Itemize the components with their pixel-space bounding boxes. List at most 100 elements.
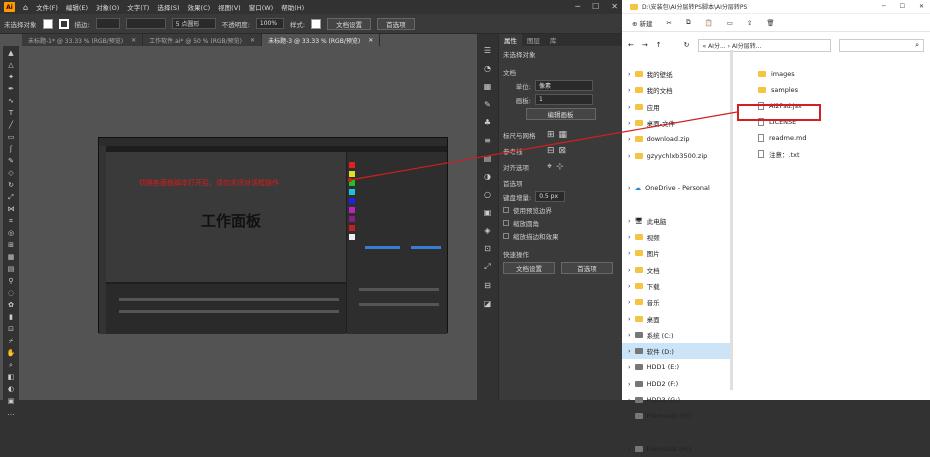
menu-effect[interactable]: 效果(C) — [188, 2, 211, 12]
line-tool-icon[interactable]: ╱ — [7, 122, 16, 129]
scale-strokes-checkbox[interactable] — [503, 233, 509, 239]
tree-item[interactable]: › Elements (H:) — [622, 441, 732, 457]
tree-item[interactable]: › download.zip — [622, 131, 732, 147]
search-input[interactable]: ⌕ — [839, 38, 924, 52]
hand-tool-icon[interactable]: ✋ — [7, 350, 16, 357]
tree-item[interactable]: › HDD2 (F:) — [622, 376, 732, 392]
artboard-preview[interactable]: 工作面板 切换各面板脚本打开后，请勿关闭对话框操作 — [98, 137, 448, 334]
slice-tool-icon[interactable]: ⌿ — [7, 338, 16, 345]
maximize-icon[interactable]: ☐ — [900, 3, 905, 10]
tab-untitled-1[interactable]: 未标题-1* @ 33.33 % (RGB/预览) ✕ — [22, 34, 144, 46]
guides-icon[interactable]: ⊟ — [547, 146, 555, 156]
preview-bounds-checkbox[interactable] — [503, 207, 509, 213]
chevron-right-icon[interactable]: › — [628, 119, 631, 127]
tree-item[interactable]: › 图片 — [622, 245, 732, 261]
grid-icon[interactable]: ▦ — [559, 130, 568, 140]
chevron-right-icon[interactable]: › — [628, 184, 631, 192]
curvature-tool-icon[interactable]: ∿ — [7, 98, 16, 105]
artboard-select[interactable]: 1 — [535, 94, 593, 105]
menu-window[interactable]: 窗口(W) — [249, 2, 274, 12]
width-tool-icon[interactable]: ⋈ — [7, 206, 16, 213]
edit-artboard-button[interactable]: 编辑画板 — [525, 108, 596, 120]
file-item[interactable]: 注意：.txt — [736, 146, 926, 162]
zoom-tool-icon[interactable]: ⌕ — [7, 362, 16, 369]
tree-item[interactable]: › 文档 — [622, 262, 732, 278]
tree-item[interactable]: › ☁ OneDrive - Personal — [622, 180, 732, 196]
share-icon[interactable]: ⇪ — [747, 19, 752, 27]
align-dock-icon[interactable]: ⊟ — [484, 281, 491, 290]
tree-item[interactable]: › Elements (H:) — [622, 408, 732, 424]
pen-tool-icon[interactable]: ✒ — [7, 86, 16, 93]
chevron-right-icon[interactable]: › — [628, 445, 631, 453]
symbols-dock-icon[interactable]: ♣ — [484, 118, 491, 127]
type-tool-icon[interactable]: T — [7, 110, 16, 117]
chevron-right-icon[interactable]: › — [628, 86, 631, 94]
chevron-right-icon[interactable]: › — [628, 70, 631, 78]
properties-dock-icon[interactable]: ☰ — [484, 46, 491, 55]
paintbrush-tool-icon[interactable]: ʃ — [7, 146, 16, 153]
variable-width-field[interactable] — [125, 18, 166, 29]
minimize-icon[interactable]: ─ — [882, 3, 886, 10]
tree-item[interactable]: › 下载 — [622, 278, 732, 294]
tree-item[interactable]: › 视频 — [622, 229, 732, 245]
edit-toolbar-icon[interactable]: … — [7, 410, 16, 417]
opacity-field[interactable]: 100% — [255, 18, 284, 29]
stroke-swatch[interactable] — [58, 18, 69, 29]
chevron-right-icon[interactable]: › — [628, 282, 631, 290]
up-icon[interactable]: ↑ — [656, 41, 662, 49]
cut-icon[interactable]: ✂ — [667, 19, 672, 27]
chevron-right-icon[interactable]: › — [628, 347, 631, 355]
draw-mode-icon[interactable]: ◐ — [7, 386, 16, 393]
free-transform-icon[interactable]: ⌗ — [7, 218, 16, 225]
tab-untitled-3[interactable]: 未标题-3 @ 33.33 % (RGB/预览) ✕ — [262, 34, 381, 46]
transform-dock-icon[interactable]: ⤢ — [484, 262, 490, 272]
lock-guides-icon[interactable]: ⊠ — [559, 146, 567, 156]
fill-swatch[interactable] — [42, 18, 53, 29]
snap-pixel-icon[interactable]: ⊹ — [556, 162, 564, 172]
ruler-icon[interactable]: ⊞ — [547, 130, 555, 140]
appearance-dock-icon[interactable]: ○ — [484, 190, 491, 199]
home-icon[interactable]: ⌂ — [23, 3, 28, 12]
brushes-dock-icon[interactable]: ✎ — [484, 100, 491, 109]
selection-tool-icon[interactable]: ▲ — [7, 50, 16, 57]
chevron-right-icon[interactable]: › — [628, 266, 631, 274]
chevron-right-icon[interactable]: › — [628, 315, 631, 323]
chevron-right-icon[interactable]: › — [628, 412, 631, 420]
blend-tool-icon[interactable]: ◌ — [7, 290, 16, 297]
tree-item[interactable]: › 音乐 — [622, 294, 732, 310]
chevron-right-icon[interactable]: › — [628, 380, 631, 388]
file-item[interactable]: readme.md — [736, 130, 926, 146]
close-icon[interactable]: ✕ — [250, 37, 255, 44]
preferences-button[interactable]: 首选项 — [377, 17, 415, 30]
menu-file[interactable]: 文件(F) — [36, 2, 58, 12]
direct-selection-tool-icon[interactable]: △ — [7, 62, 16, 69]
tree-item[interactable]: › 桌面-文件 — [622, 115, 732, 131]
eraser-tool-icon[interactable]: ◇ — [7, 170, 16, 177]
menu-help[interactable]: 帮助(H) — [281, 2, 304, 12]
tree-item[interactable]: › 🖥 此电脑 — [622, 213, 732, 229]
scale-tool-icon[interactable]: ⤢ — [7, 194, 16, 201]
chevron-right-icon[interactable]: › — [628, 363, 631, 371]
chevron-right-icon[interactable]: › — [628, 217, 631, 225]
scale-corners-checkbox[interactable] — [503, 220, 509, 226]
swatches-dock-icon[interactable]: ▦ — [484, 82, 492, 91]
mesh-tool-icon[interactable]: ▦ — [7, 254, 16, 261]
paste-icon[interactable]: 📋 — [705, 19, 713, 27]
artboard-tool-icon[interactable]: ⊡ — [7, 326, 16, 333]
delete-icon[interactable]: 🗑 — [766, 19, 774, 27]
gradient-dock-icon[interactable]: ▤ — [484, 154, 492, 163]
chevron-right-icon[interactable]: › — [628, 249, 631, 257]
tab-work-ai[interactable]: 工作软件.ai* @ 50 % (RGB/预览) ✕ — [143, 34, 263, 46]
tree-item[interactable]: › gzyychlxb3500.zip — [622, 147, 732, 163]
graph-tool-icon[interactable]: ▮ — [7, 314, 16, 321]
close-icon[interactable]: ✕ — [611, 2, 618, 11]
menu-object[interactable]: 对象(O) — [96, 2, 119, 12]
refresh-icon[interactable]: ↻ — [684, 41, 690, 49]
stroke-width-field[interactable] — [95, 18, 120, 29]
chevron-right-icon[interactable]: › — [628, 331, 631, 339]
chevron-right-icon[interactable]: › — [628, 396, 631, 404]
tree-item[interactable]: › 软件 (D:) — [622, 343, 732, 360]
tree-item[interactable]: › HDD3 (G:) — [622, 392, 732, 408]
chevron-right-icon[interactable]: › — [628, 103, 631, 111]
stroke-dock-icon[interactable]: ≡ — [484, 136, 491, 145]
